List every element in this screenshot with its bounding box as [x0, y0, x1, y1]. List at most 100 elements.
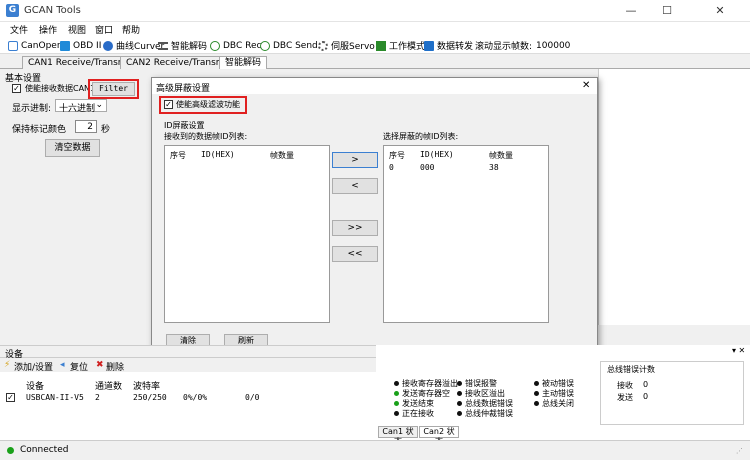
connected-icon: [7, 447, 14, 454]
menu-window[interactable]: 窗口: [95, 23, 113, 36]
decode-area: [598, 69, 750, 325]
black-dot-icon: [534, 401, 539, 406]
tab-smart-decode[interactable]: 智能解码: [219, 56, 268, 69]
black-dot-icon: [457, 391, 462, 396]
menu-help[interactable]: 帮助: [122, 23, 140, 36]
filter-button[interactable]: Filter: [92, 82, 135, 96]
close-button[interactable]: ✕: [703, 0, 737, 22]
status-label: 发送寄存器空: [402, 389, 450, 398]
device-panel-header: 设备: [0, 346, 376, 360]
send-icon: [260, 40, 270, 51]
work-mode-label: 工作模式: [389, 42, 426, 52]
servo-button[interactable]: 伺服Servo: [318, 39, 375, 52]
status-item: 总线数据错误: [457, 399, 513, 409]
row-index: 0: [389, 163, 394, 172]
move-all-right-button[interactable]: >>: [332, 220, 378, 236]
black-dot-icon: [534, 391, 539, 396]
delete-button[interactable]: 删除: [106, 360, 124, 373]
dbc-rec-label: DBC Rec: [223, 40, 262, 51]
recv-error-value: 0: [643, 380, 649, 389]
status-label: 被动错误: [542, 379, 574, 388]
status-item: 发送寄存器空: [394, 389, 458, 399]
dbc-send-button[interactable]: DBC Send: [260, 39, 318, 52]
forward-icon: [424, 40, 434, 51]
gear-icon: [318, 40, 328, 51]
table-row[interactable]: 0 000 38: [384, 162, 548, 174]
id-filter-group-title: ID屏蔽设置: [164, 121, 205, 130]
display-base-select[interactable]: 十六进制 ⌄: [55, 99, 107, 114]
resize-grip-icon[interactable]: ⋰: [736, 447, 743, 455]
curve-button[interactable]: 曲线Curver: [103, 39, 164, 52]
servo-label: 伺服Servo: [331, 42, 375, 52]
status-label: 主动错误: [542, 389, 574, 398]
canopen-label: CanOpen: [21, 40, 63, 51]
app-logo-icon: G: [6, 4, 19, 17]
advanced-filter-dialog: 高级屏蔽设置 ✕ ✓ 使能高级滤波功能 ID屏蔽设置 接收到的数据帧ID列表: …: [151, 77, 598, 377]
connection-status: Connected: [20, 445, 69, 455]
device-name: USBCAN-II-V5: [26, 393, 84, 402]
hold-color-value: 2: [87, 122, 93, 132]
minimize-button[interactable]: —: [614, 0, 648, 22]
black-dot-icon: [394, 411, 399, 416]
add-icon: ⚡: [4, 360, 11, 370]
hold-color-unit: 秒: [101, 125, 111, 135]
device-errors: 0/0: [245, 393, 260, 402]
move-all-left-button[interactable]: <<: [332, 246, 378, 262]
scroll-frames: 滚动显示帧数: 100000: [475, 39, 571, 53]
menu-file[interactable]: 文件: [10, 23, 28, 36]
move-right-button[interactable]: >: [332, 152, 378, 168]
tab-can2-status[interactable]: Can2 状态: [419, 426, 459, 446]
enable-recv-checkbox[interactable]: ✓: [12, 84, 21, 93]
menu-operation[interactable]: 操作: [39, 23, 57, 36]
smart-decode-button[interactable]: 智能解码: [158, 39, 207, 52]
add-setting-button[interactable]: 添加/设置: [14, 360, 53, 373]
reset-button[interactable]: 复位: [70, 360, 88, 373]
black-dot-icon: [457, 411, 462, 416]
canopen-button[interactable]: CanOpen: [8, 39, 63, 52]
menu-view[interactable]: 视图: [68, 23, 86, 36]
move-left-button[interactable]: <: [332, 178, 378, 194]
maximize-button[interactable]: ☐: [650, 0, 684, 22]
status-col-1: 接收寄存器溢出 发送寄存器空 发送结束 正在接收: [394, 379, 458, 419]
obd-icon: [60, 40, 70, 51]
table-row[interactable]: ✓ USBCAN-II-V5 2 250/250 0%/0% 0/0: [0, 390, 376, 404]
black-dot-icon: [457, 381, 462, 386]
status-label: 总线仲裁错误: [465, 409, 513, 418]
error-count-title: 总线错误计数: [607, 365, 655, 374]
col-count: 帧数量: [270, 151, 294, 160]
enable-advanced-filter-checkbox[interactable]: ✓: [164, 100, 173, 109]
refresh-icon: [210, 40, 220, 51]
status-bar: Connected ⋰: [0, 440, 750, 460]
delete-icon: ✖: [96, 360, 104, 370]
hold-color-input[interactable]: 2: [75, 120, 97, 133]
data-forward-button[interactable]: 数据转发: [424, 39, 473, 52]
basic-settings-panel: 基本设置 ✓ 使能接收数据CAN1 Filter 显示进制: 十六进制 ⌄ 保持…: [0, 69, 152, 325]
work-mode-button[interactable]: 工作模式: [376, 39, 425, 52]
device-channels: 2: [95, 393, 100, 402]
send-error-label: 发送: [617, 393, 633, 402]
reset-icon: ◂: [60, 360, 65, 370]
status-item: 总线仲裁错误: [457, 409, 513, 419]
black-dot-icon: [394, 381, 399, 386]
received-id-list[interactable]: 序号 ID(HEX) 帧数量: [164, 145, 330, 323]
status-label: 总线数据错误: [465, 399, 513, 408]
obd-button[interactable]: OBD II: [60, 39, 101, 52]
device-row-checkbox[interactable]: ✓: [6, 393, 15, 402]
row-id: 000: [420, 163, 435, 172]
tab-can1-status[interactable]: Can1 状态: [378, 426, 418, 446]
selected-id-list[interactable]: 序号 ID(HEX) 帧数量 0 000 38: [383, 145, 549, 323]
dialog-close-button[interactable]: ✕: [582, 80, 590, 91]
col-id: ID(HEX): [201, 150, 235, 159]
clear-data-button[interactable]: 清空数据: [45, 139, 100, 157]
status-label: 发送结束: [402, 399, 434, 408]
status-panel-pin-icon[interactable]: ▾ ✕: [732, 346, 745, 355]
col-id: ID(HEX): [420, 150, 454, 159]
device-panel: 设备 ⚡ 添加/设置 ◂ 复位 ✖ 删除 设备 通道数 波特率 ✓ USBCAN…: [0, 345, 376, 440]
scroll-frames-value: 100000: [536, 40, 571, 51]
status-label: 接收区溢出: [465, 389, 505, 398]
display-base-value: 十六进制: [59, 104, 96, 114]
dbc-rec-button[interactable]: DBC Rec: [210, 39, 261, 52]
col-index: 序号: [170, 151, 186, 160]
canopen-icon: [8, 40, 18, 51]
curve-icon: [103, 40, 113, 51]
